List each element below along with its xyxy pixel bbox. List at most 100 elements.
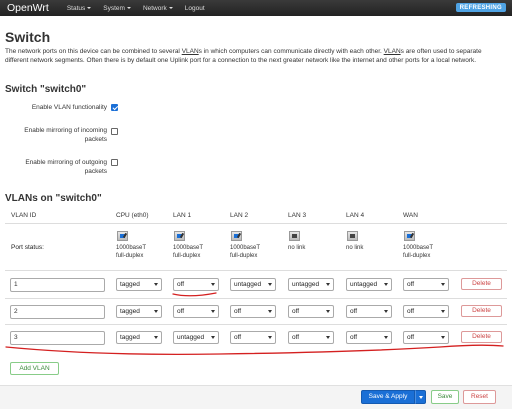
port-select-lan2[interactable]: off — [230, 331, 276, 344]
port-speed: 1000baseT — [230, 245, 261, 251]
port-select-wan[interactable]: off — [403, 331, 449, 344]
vlan-id-input[interactable]: 1 — [10, 278, 105, 292]
col-lan2: LAN 2 — [230, 212, 249, 219]
port-select-value: tagged — [120, 308, 140, 315]
port-select-wan[interactable]: off — [403, 305, 449, 318]
chevron-down-icon — [268, 336, 272, 339]
port-up-icon — [404, 231, 415, 241]
chevron-down-icon — [87, 7, 92, 9]
chevron-down-icon — [326, 283, 330, 286]
chevron-down-icon — [441, 310, 445, 313]
port-select-lan3[interactable]: off — [288, 331, 334, 344]
chevron-down-icon — [384, 336, 388, 339]
port-select-value: off — [350, 308, 358, 315]
page-title: Switch — [5, 29, 51, 45]
port-speed: 1000baseT — [173, 245, 204, 251]
port-select-value: untagged — [177, 334, 205, 341]
port-down-icon — [347, 231, 358, 241]
divider — [5, 324, 507, 325]
menu-system-label: System — [103, 4, 125, 12]
port-select-lan4[interactable]: untagged — [346, 278, 392, 291]
menu-network-label: Network — [142, 4, 167, 12]
port-status-lan3: no link — [288, 231, 330, 253]
col-cpu: CPU (eth0) — [116, 212, 149, 219]
port-up-icon — [174, 231, 185, 241]
col-lan3: LAN 3 — [288, 212, 307, 219]
port-duplex: full-duplex — [230, 252, 258, 259]
port-select-value: off — [350, 334, 358, 341]
underline-lan1-off — [172, 292, 217, 297]
port-speed: 1000baseT — [116, 245, 147, 251]
port-speed: no link — [288, 245, 306, 251]
divider — [5, 223, 507, 224]
port-select-lan3[interactable]: off — [288, 305, 334, 318]
reset-button[interactable]: Reset — [463, 390, 496, 404]
port-up-icon — [231, 231, 242, 241]
port-select-wan[interactable]: off — [403, 278, 449, 291]
port-select-lan4[interactable]: off — [346, 305, 392, 318]
col-wan: WAN — [403, 212, 418, 219]
chevron-down-icon — [211, 336, 215, 339]
page-description: The network ports on this device can be … — [5, 48, 505, 66]
add-vlan-button[interactable]: Add VLAN — [10, 362, 59, 375]
port-select-lan2[interactable]: off — [230, 305, 276, 318]
port-up-icon — [117, 231, 128, 241]
port-select-value: off — [407, 281, 415, 288]
port-down-icon — [289, 231, 300, 241]
chevron-down-icon — [126, 7, 131, 9]
brand-logo[interactable]: OpenWrt — [7, 2, 49, 14]
port-status-cpu: 1000baseT full-duplex — [116, 231, 158, 260]
divider — [5, 298, 507, 299]
port-status-wan: 1000baseT full-duplex — [403, 231, 445, 260]
port-select-lan2[interactable]: untagged — [230, 278, 276, 291]
refreshing-badge[interactable]: REFRESHING — [455, 3, 506, 12]
vlan-id-input[interactable]: 3 — [10, 331, 105, 345]
divider — [5, 270, 507, 271]
port-select-cpu[interactable]: tagged — [116, 331, 162, 344]
vlan-abbr: VLAN — [383, 48, 401, 55]
port-duplex: full-duplex — [403, 252, 431, 259]
port-select-cpu[interactable]: tagged — [116, 278, 162, 291]
port-select-value: off — [234, 308, 242, 315]
save-button[interactable]: Save — [431, 390, 459, 404]
description-text: s in which computers can communicate dir… — [198, 48, 384, 55]
save-apply-dropdown-button[interactable] — [415, 390, 426, 404]
vlan-functionality-label: Enable VLAN functionality — [31, 104, 107, 111]
port-select-value: off — [234, 334, 242, 341]
description-text: The network ports on this device can be … — [5, 48, 182, 55]
logout-link[interactable]: Logout — [185, 5, 205, 12]
port-status-lan4: no link — [346, 231, 388, 253]
delete-vlan-button[interactable]: Delete — [461, 305, 502, 317]
mirror-incoming-checkbox[interactable] — [111, 128, 118, 135]
port-select-value: tagged — [120, 281, 140, 288]
chevron-down-icon — [154, 310, 158, 313]
port-select-value: untagged — [292, 281, 320, 288]
port-select-lan4[interactable]: off — [346, 331, 392, 344]
delete-vlan-button[interactable]: Delete — [461, 331, 502, 343]
underline-vlan3-row — [5, 344, 504, 356]
delete-vlan-button[interactable]: Delete — [461, 278, 502, 290]
top-navbar: OpenWrt Status System Network Logout REF… — [0, 0, 512, 16]
port-status-label: Port status: — [11, 244, 44, 251]
chevron-down-icon — [441, 283, 445, 286]
port-speed: no link — [346, 245, 364, 251]
port-select-cpu[interactable]: tagged — [116, 305, 162, 318]
port-select-lan3[interactable]: untagged — [288, 278, 334, 291]
port-duplex: full-duplex — [173, 252, 201, 259]
menu-network[interactable]: Network — [143, 5, 173, 12]
vlan-functionality-checkbox[interactable] — [111, 104, 118, 111]
menu-system[interactable]: System — [103, 5, 131, 12]
port-select-lan1[interactable]: untagged — [173, 331, 219, 344]
port-select-lan1[interactable]: off — [173, 278, 219, 291]
port-select-value: off — [177, 281, 185, 288]
chevron-down-icon — [384, 283, 388, 286]
mirror-outgoing-checkbox[interactable] — [111, 159, 118, 166]
save-apply-button[interactable]: Save & Apply — [361, 390, 415, 404]
port-select-lan1[interactable]: off — [173, 305, 219, 318]
vlan-id-input[interactable]: 2 — [10, 305, 105, 319]
chevron-down-icon — [326, 336, 330, 339]
port-speed: 1000baseT — [403, 245, 434, 251]
chevron-down-icon — [268, 310, 272, 313]
menu-status[interactable]: Status — [67, 5, 92, 12]
port-select-value: tagged — [120, 334, 140, 341]
